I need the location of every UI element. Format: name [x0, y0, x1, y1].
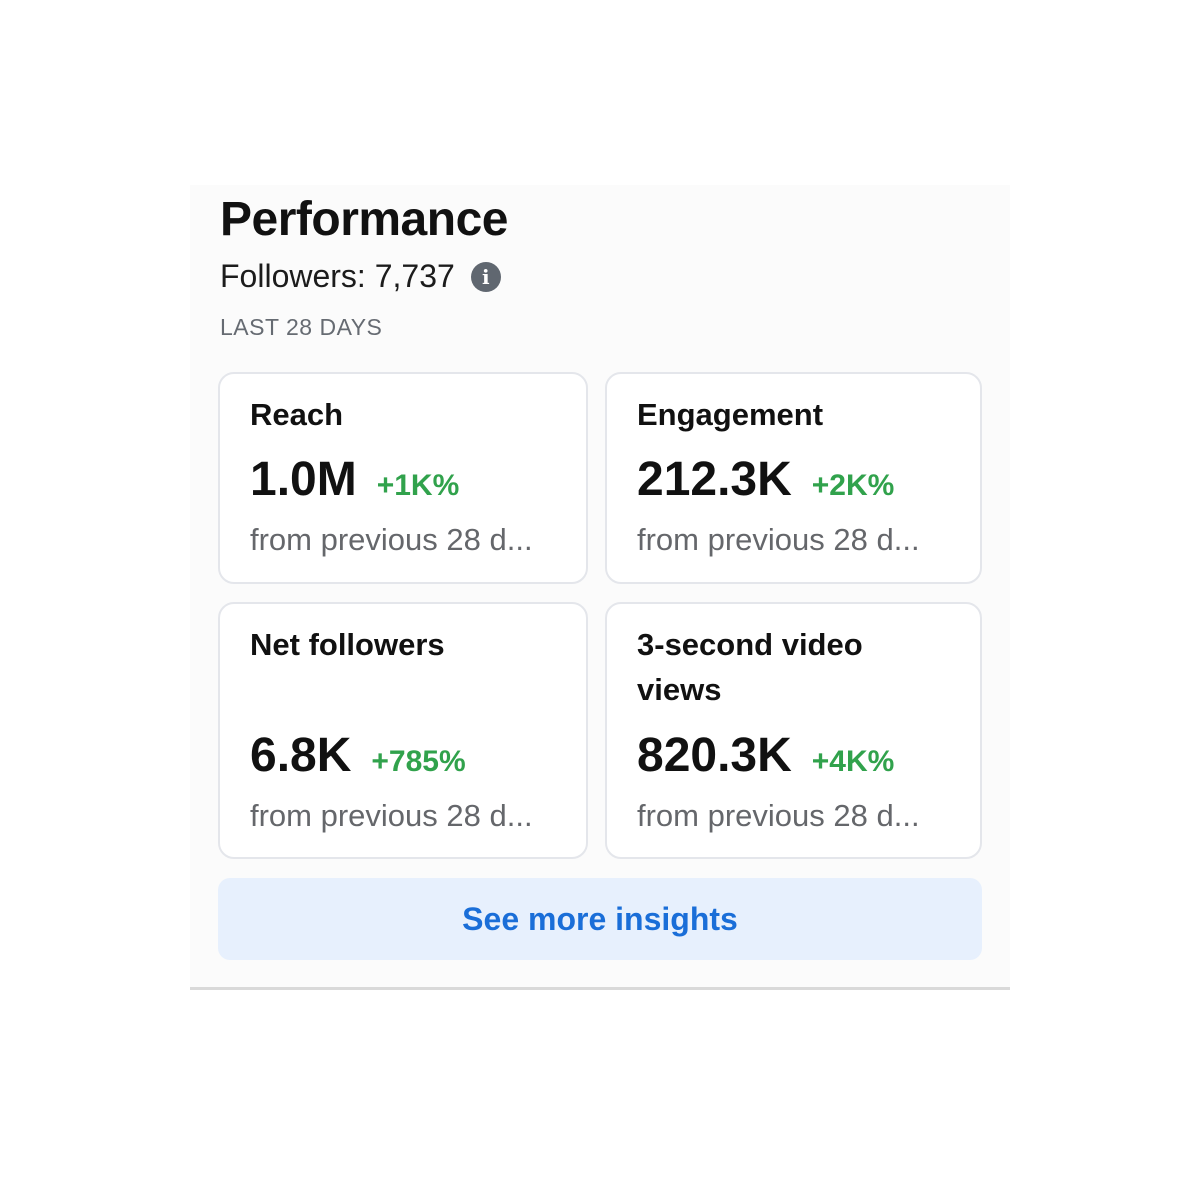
metric-title: Net followers [250, 627, 445, 662]
metric-value: 1.0M [250, 453, 357, 506]
metric-delta: +2K% [811, 469, 895, 502]
metric-value-row: 1.0M +1K% [250, 452, 459, 507]
metric-value-row: 212.3K +2K% [637, 452, 894, 507]
metric-comparison: from previous 28 d... [250, 522, 533, 557]
metric-value-row: 820.3K +4K% [637, 728, 894, 783]
metric-comparison: from previous 28 d... [637, 522, 920, 557]
metric-value: 6.8K [250, 729, 352, 782]
metric-comparison: from previous 28 d... [250, 798, 533, 833]
metric-card-video-views[interactable]: 3-second video views 820.3K +4K% from pr… [605, 602, 982, 859]
metric-delta: +785% [371, 745, 466, 778]
metric-card-reach[interactable]: Reach 1.0M +1K% from previous 28 d... [218, 372, 588, 584]
see-more-insights-button[interactable]: See more insights [218, 878, 982, 960]
metric-value: 820.3K [637, 729, 792, 782]
followers-row: Followers: 7,737 i [220, 258, 501, 295]
metric-title: Reach [250, 397, 344, 432]
page-title: Performance [220, 193, 508, 246]
metric-title: 3-second video views [637, 627, 863, 707]
metric-card-net-followers[interactable]: Net followers 6.8K +785% from previous 2… [218, 602, 588, 859]
metric-card-engagement[interactable]: Engagement 212.3K +2K% from previous 28 … [605, 372, 982, 584]
metric-comparison: from previous 28 d... [637, 798, 920, 833]
performance-panel [190, 185, 1010, 990]
info-icon[interactable]: i [470, 261, 501, 292]
metric-delta: +4K% [811, 745, 895, 778]
metric-value-row: 6.8K +785% [250, 728, 466, 783]
metric-delta: +1K% [376, 469, 460, 502]
section-divider [190, 987, 1010, 990]
metric-value: 212.3K [637, 453, 792, 506]
metric-title: Engagement [637, 397, 824, 432]
date-range-label: LAST 28 DAYS [220, 314, 383, 340]
followers-count: Followers: 7,737 [220, 258, 455, 294]
